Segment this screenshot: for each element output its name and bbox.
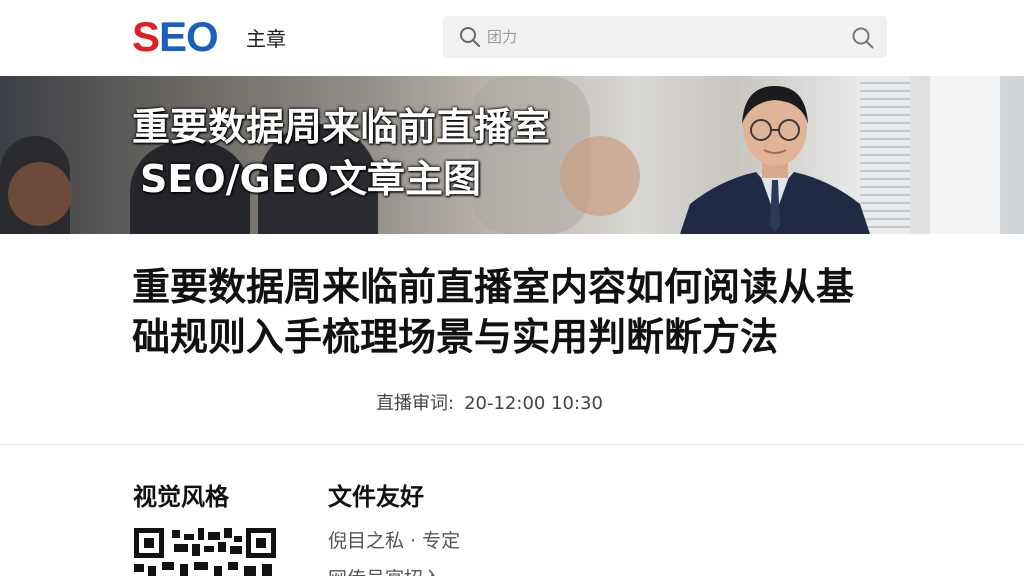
hero-subtitle: SEO/GEO文章主图 — [140, 157, 481, 201]
search-icon — [460, 27, 480, 47]
hero-background-hand — [560, 136, 640, 216]
presenter-image — [680, 86, 870, 234]
article-title: 重要数据周来临前直播室内容如何阅读从基础规则入手梳理场景与实用判断断方法 — [132, 265, 855, 359]
meta-label: 直播审词: — [376, 393, 455, 414]
search-submit-icon[interactable] — [851, 26, 875, 50]
article-meta: 直播审词: 20-12:00 10:30 — [376, 392, 603, 416]
meta-date: 20-12:00 10:30 — [464, 393, 603, 414]
search-input[interactable]: 团力 — [487, 27, 517, 47]
nav-item-main[interactable]: 主章 — [246, 26, 286, 52]
section-heading-visual-style: 视觉风格 — [133, 483, 229, 511]
hero-banner: 重要数据周来临前直播室 SEO/GEO文章主图 — [0, 76, 1024, 234]
hero-title: 重要数据周来临前直播室 — [132, 105, 551, 149]
divider — [0, 444, 1024, 445]
logo-letters-eo: EO — [159, 13, 219, 60]
site-header: SEO 主章 团力 — [0, 0, 1024, 76]
qr-code-image — [134, 528, 276, 576]
seo-logo[interactable]: SEO — [132, 13, 219, 60]
list-item[interactable]: 网传号宴招入 — [328, 566, 442, 576]
search-bar[interactable]: 团力 — [443, 16, 887, 58]
hero-background-head — [8, 162, 72, 226]
section-heading-file-friendly: 文件友好 — [328, 483, 424, 511]
hero-window — [930, 76, 1000, 234]
logo-letter-s: S — [132, 13, 160, 60]
list-item[interactable]: 倪目之私 · 专定 — [328, 528, 460, 554]
